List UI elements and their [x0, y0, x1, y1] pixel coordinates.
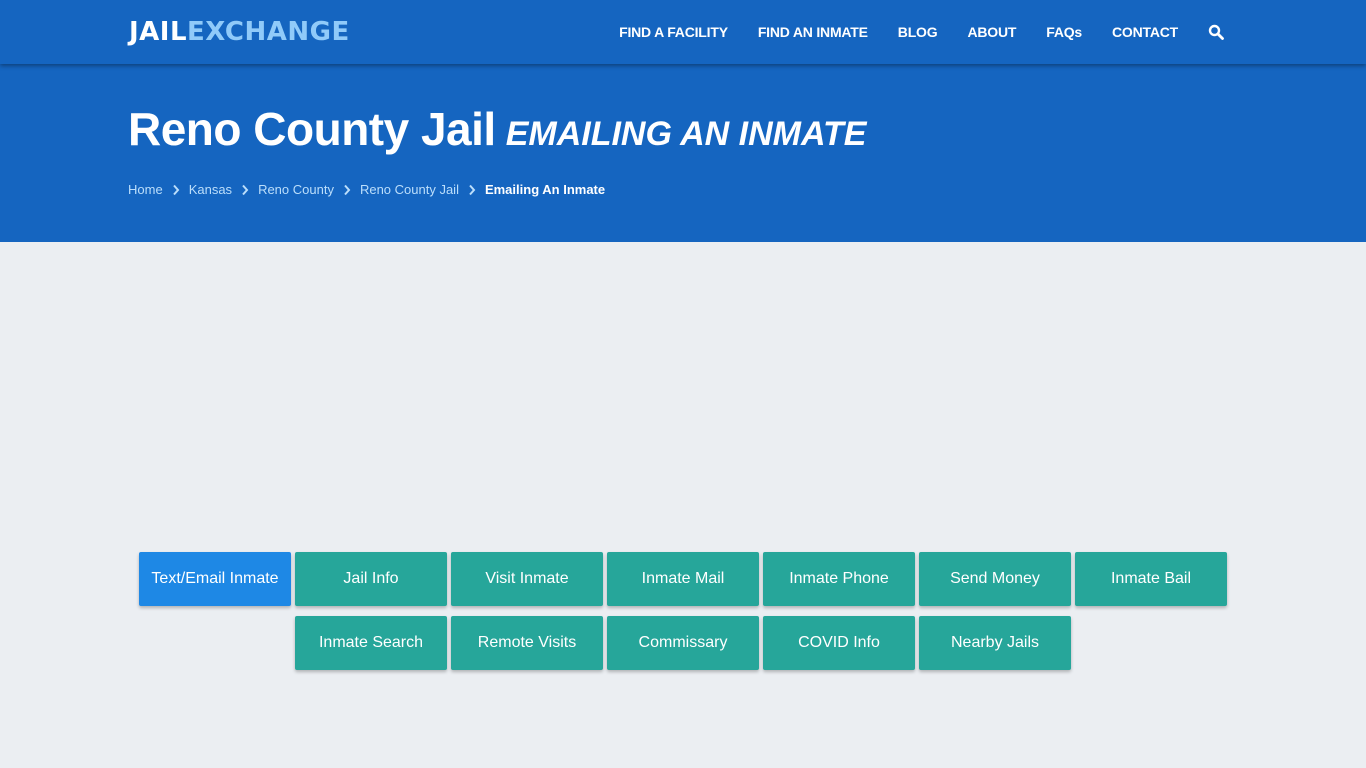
- breadcrumb-kansas[interactable]: Kansas: [189, 182, 232, 197]
- breadcrumb-home[interactable]: Home: [128, 182, 163, 197]
- inmate-phone-button[interactable]: Inmate Phone: [763, 552, 915, 606]
- covid-info-button[interactable]: COVID Info: [763, 616, 915, 670]
- page-header: Reno County Jail Emailing an Inmate Home …: [0, 64, 1366, 242]
- nav-faqs[interactable]: FAQs: [1046, 24, 1082, 40]
- chevron-right-icon: [343, 184, 351, 196]
- main-nav: FIND A FACILITY FIND AN INMATE BLOG ABOU…: [589, 0, 1224, 64]
- remote-visits-button[interactable]: Remote Visits: [451, 616, 603, 670]
- actions-row-2: Inmate Search Remote Visits Commissary C…: [0, 616, 1366, 670]
- inmate-search-button[interactable]: Inmate Search: [295, 616, 447, 670]
- facility-actions: Text/Email Inmate Jail Info Visit Inmate…: [0, 552, 1366, 680]
- chevron-right-icon: [241, 184, 249, 196]
- commissary-button[interactable]: Commissary: [607, 616, 759, 670]
- jail-info-button[interactable]: Jail Info: [295, 552, 447, 606]
- logo-part-jail: JAIL: [129, 17, 188, 47]
- logo-part-exchange: EXCHANGE: [187, 17, 350, 47]
- nav-blog[interactable]: BLOG: [898, 24, 938, 40]
- nav-about[interactable]: ABOUT: [967, 24, 1016, 40]
- breadcrumb-reno-county[interactable]: Reno County: [258, 182, 334, 197]
- nav-find-a-facility[interactable]: FIND A FACILITY: [619, 24, 728, 40]
- page-title: Reno County Jail Emailing an Inmate: [128, 102, 866, 156]
- chevron-right-icon: [468, 184, 476, 196]
- actions-row-1: Text/Email Inmate Jail Info Visit Inmate…: [0, 552, 1366, 606]
- breadcrumb-reno-county-jail[interactable]: Reno County Jail: [360, 182, 459, 197]
- page-subtitle: Emailing an Inmate: [505, 115, 867, 153]
- site-logo[interactable]: JAILEXCHANGE: [129, 16, 350, 48]
- nav-find-an-inmate[interactable]: FIND AN INMATE: [758, 24, 868, 40]
- visit-inmate-button[interactable]: Visit Inmate: [451, 552, 603, 606]
- nearby-jails-button[interactable]: Nearby Jails: [919, 616, 1071, 670]
- send-money-button[interactable]: Send Money: [919, 552, 1071, 606]
- nav-contact[interactable]: CONTACT: [1112, 24, 1178, 40]
- facility-name: Reno County Jail: [128, 103, 496, 155]
- inmate-mail-button[interactable]: Inmate Mail: [607, 552, 759, 606]
- top-navbar: JAILEXCHANGE FIND A FACILITY FIND AN INM…: [0, 0, 1366, 64]
- search-icon[interactable]: [1208, 24, 1224, 40]
- inmate-bail-button[interactable]: Inmate Bail: [1075, 552, 1227, 606]
- breadcrumb-current: Emailing An Inmate: [484, 182, 606, 197]
- chevron-right-icon: [172, 184, 180, 196]
- text-email-inmate-button[interactable]: Text/Email Inmate: [139, 552, 291, 606]
- breadcrumb: Home Kansas Reno County Reno County Jail…: [128, 182, 605, 197]
